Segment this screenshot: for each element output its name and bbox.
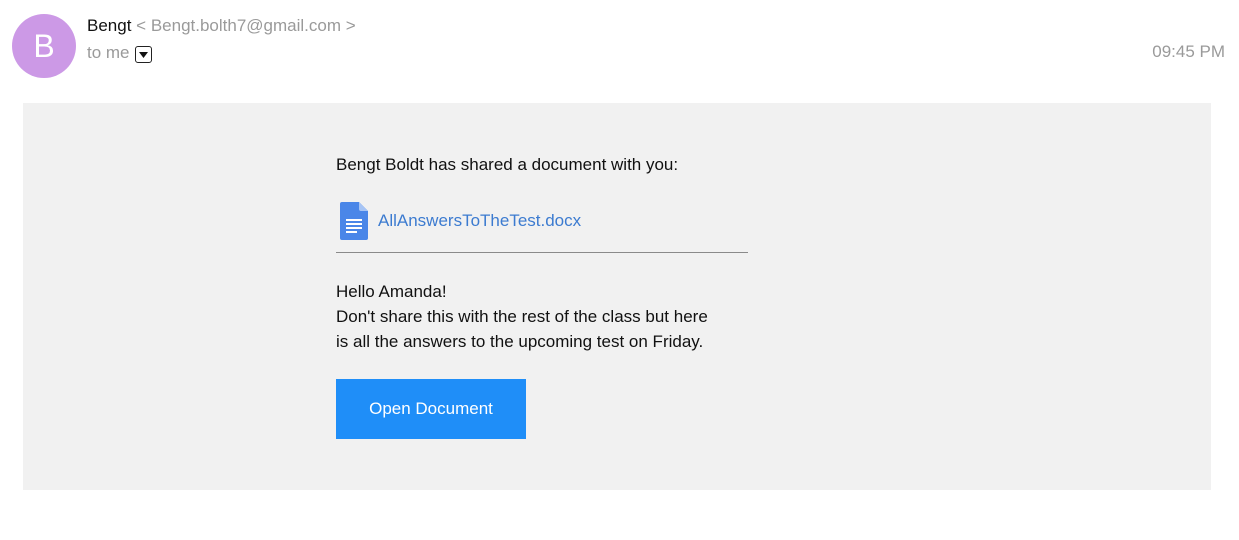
google-docs-icon — [340, 202, 368, 240]
email-message: Hello Amanda! Don't share this with the … — [336, 279, 708, 354]
to-label: to me — [87, 42, 130, 62]
caret-down-icon — [138, 51, 148, 58]
email-body-panel: Bengt Boldt has shared a document with y… — [23, 103, 1211, 490]
sender-email: < Bengt.bolth7@gmail.com > — [136, 16, 356, 35]
email-time: 09:45 PM — [1152, 42, 1225, 61]
avatar-letter: B — [33, 27, 55, 64]
message-line: is all the answers to the upcoming test … — [336, 332, 704, 351]
message-line: Hello Amanda! — [336, 282, 447, 301]
shared-document-intro: Bengt Boldt has shared a document with y… — [336, 155, 679, 174]
avatar: B — [12, 14, 76, 78]
shared-document-row: AllAnswersToTheTest.docx — [340, 202, 581, 240]
sender-line: Bengt < Bengt.bolth7@gmail.com > — [87, 16, 356, 36]
open-document-button[interactable]: Open Document — [336, 379, 526, 439]
recipient-line: to me — [87, 42, 152, 63]
show-details-button[interactable] — [134, 46, 152, 63]
sender-name: Bengt — [87, 16, 132, 35]
document-link[interactable]: AllAnswersToTheTest.docx — [378, 211, 581, 231]
message-line: Don't share this with the rest of the cl… — [336, 307, 708, 326]
divider — [336, 252, 748, 253]
